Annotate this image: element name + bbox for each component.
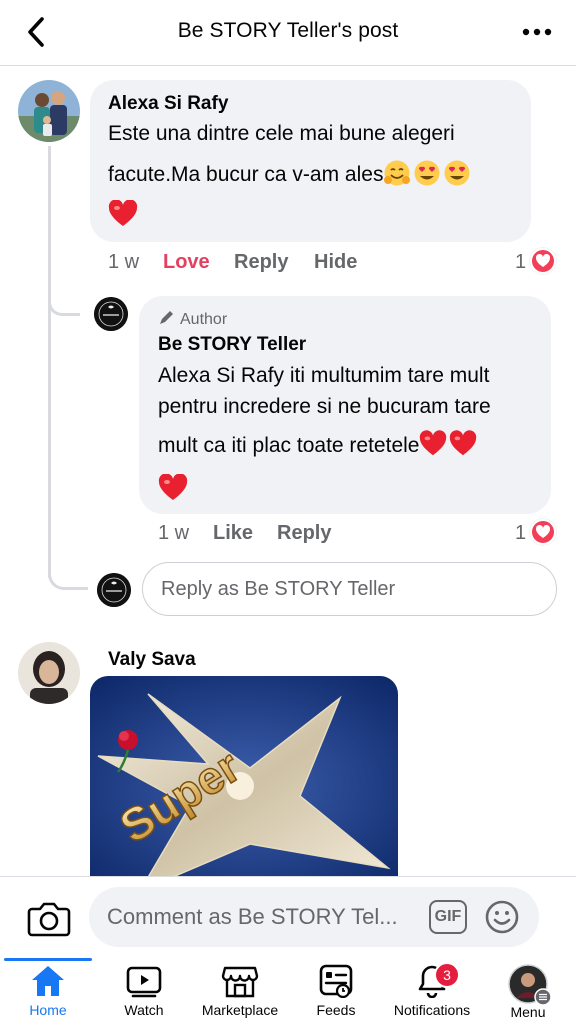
top-bar: Be STORY Teller's post xyxy=(0,0,576,66)
tab-notifications[interactable]: 3 Notifications xyxy=(384,962,480,1024)
reply-input[interactable]: Reply as Be STORY Teller xyxy=(142,562,557,616)
avatar[interactable] xyxy=(18,642,80,704)
thread-line xyxy=(48,146,51,578)
comment-text-line: facute.Ma bucur ca v-am ales xyxy=(108,163,384,186)
like-button[interactable]: Like xyxy=(213,522,253,545)
thread-connector xyxy=(48,280,80,316)
tab-menu[interactable]: Menu xyxy=(480,964,576,1024)
thread-connector xyxy=(48,556,88,590)
reply-text-line: mult ca iti plac toate retetele xyxy=(158,434,420,457)
reply-text: pentru incredere si ne bucuram tare xyxy=(158,395,491,418)
tab-marketplace[interactable]: Marketplace xyxy=(192,964,288,1024)
comment-input-placeholder: Comment as Be STORY Tel... xyxy=(107,904,398,929)
tab-label: Marketplace xyxy=(201,1002,279,1018)
comment-text: facute.Ma bucur ca v-am ales xyxy=(108,154,473,195)
comment-time: 1 w xyxy=(108,251,140,273)
active-tab-indicator xyxy=(4,958,92,961)
comment-composer: Comment as Be STORY Tel... GIF xyxy=(0,876,576,958)
camera-icon[interactable] xyxy=(26,899,72,939)
reaction-count[interactable]: 1 xyxy=(515,522,526,545)
reply-author[interactable]: Be STORY Teller xyxy=(158,334,306,356)
reply-text: mult ca iti plac toate retetele xyxy=(158,424,479,468)
sticker-image[interactable]: Super xyxy=(90,676,398,876)
heart-eyes-emoji-icon xyxy=(413,159,441,187)
comment-author[interactable]: Valy Sava xyxy=(108,649,196,671)
emoji-icon[interactable] xyxy=(484,899,520,935)
reply-time: 1 w xyxy=(158,522,190,544)
reply-button[interactable]: Reply xyxy=(277,522,331,545)
menu-hamburger-icon xyxy=(534,988,552,1006)
page-avatar xyxy=(97,573,131,607)
notification-badge: 3 xyxy=(434,962,460,988)
avatar[interactable] xyxy=(18,80,80,142)
watch-icon xyxy=(126,966,162,998)
heart-eyes-emoji-icon xyxy=(443,159,471,187)
reply-button[interactable]: Reply xyxy=(234,251,288,274)
author-badge-label: Author xyxy=(180,311,228,328)
love-reaction-icon xyxy=(530,248,556,274)
tab-feeds[interactable]: Feeds xyxy=(288,964,384,1024)
tab-label: Home xyxy=(29,1002,67,1018)
hide-button[interactable]: Hide xyxy=(314,251,357,274)
heart-emoji-icon xyxy=(419,430,447,458)
more-options-icon[interactable] xyxy=(520,20,554,44)
love-reaction-icon xyxy=(530,519,556,545)
reply-input-placeholder: Reply as Be STORY Teller xyxy=(161,578,396,600)
tab-home[interactable]: Home xyxy=(0,964,96,1024)
comment-text: Este una dintre cele mai bune alegeri xyxy=(108,122,455,145)
marketplace-icon xyxy=(221,966,259,998)
tab-watch[interactable]: Watch xyxy=(96,964,192,1024)
profile-avatar xyxy=(508,964,552,1006)
heart-emoji-icon xyxy=(108,199,138,233)
page-avatar[interactable] xyxy=(94,297,128,331)
pencil-icon xyxy=(160,311,173,324)
heart-emoji-icon xyxy=(449,430,477,458)
tab-label: Menu xyxy=(510,1004,546,1020)
gif-button[interactable]: GIF xyxy=(429,900,467,934)
love-reaction-button[interactable]: Love xyxy=(163,251,210,274)
comment-author[interactable]: Alexa Si Rafy xyxy=(108,93,228,115)
author-badge: Author xyxy=(158,310,227,329)
bottom-tab-bar: Home Watch Marketplace Feeds 3 Notificat… xyxy=(0,958,576,1024)
page-title: Be STORY Teller's post xyxy=(177,19,399,42)
comment-input[interactable]: Comment as Be STORY Tel... GIF xyxy=(89,887,539,947)
feeds-icon xyxy=(319,964,353,998)
tab-label: Feeds xyxy=(316,1002,356,1018)
home-icon xyxy=(32,966,64,996)
tab-label: Watch xyxy=(124,1002,164,1018)
reaction-count[interactable]: 1 xyxy=(515,251,526,274)
hugging-face-emoji-icon xyxy=(383,159,411,187)
heart-emoji-icon xyxy=(158,473,188,507)
tab-label: Notifications xyxy=(393,1002,471,1018)
